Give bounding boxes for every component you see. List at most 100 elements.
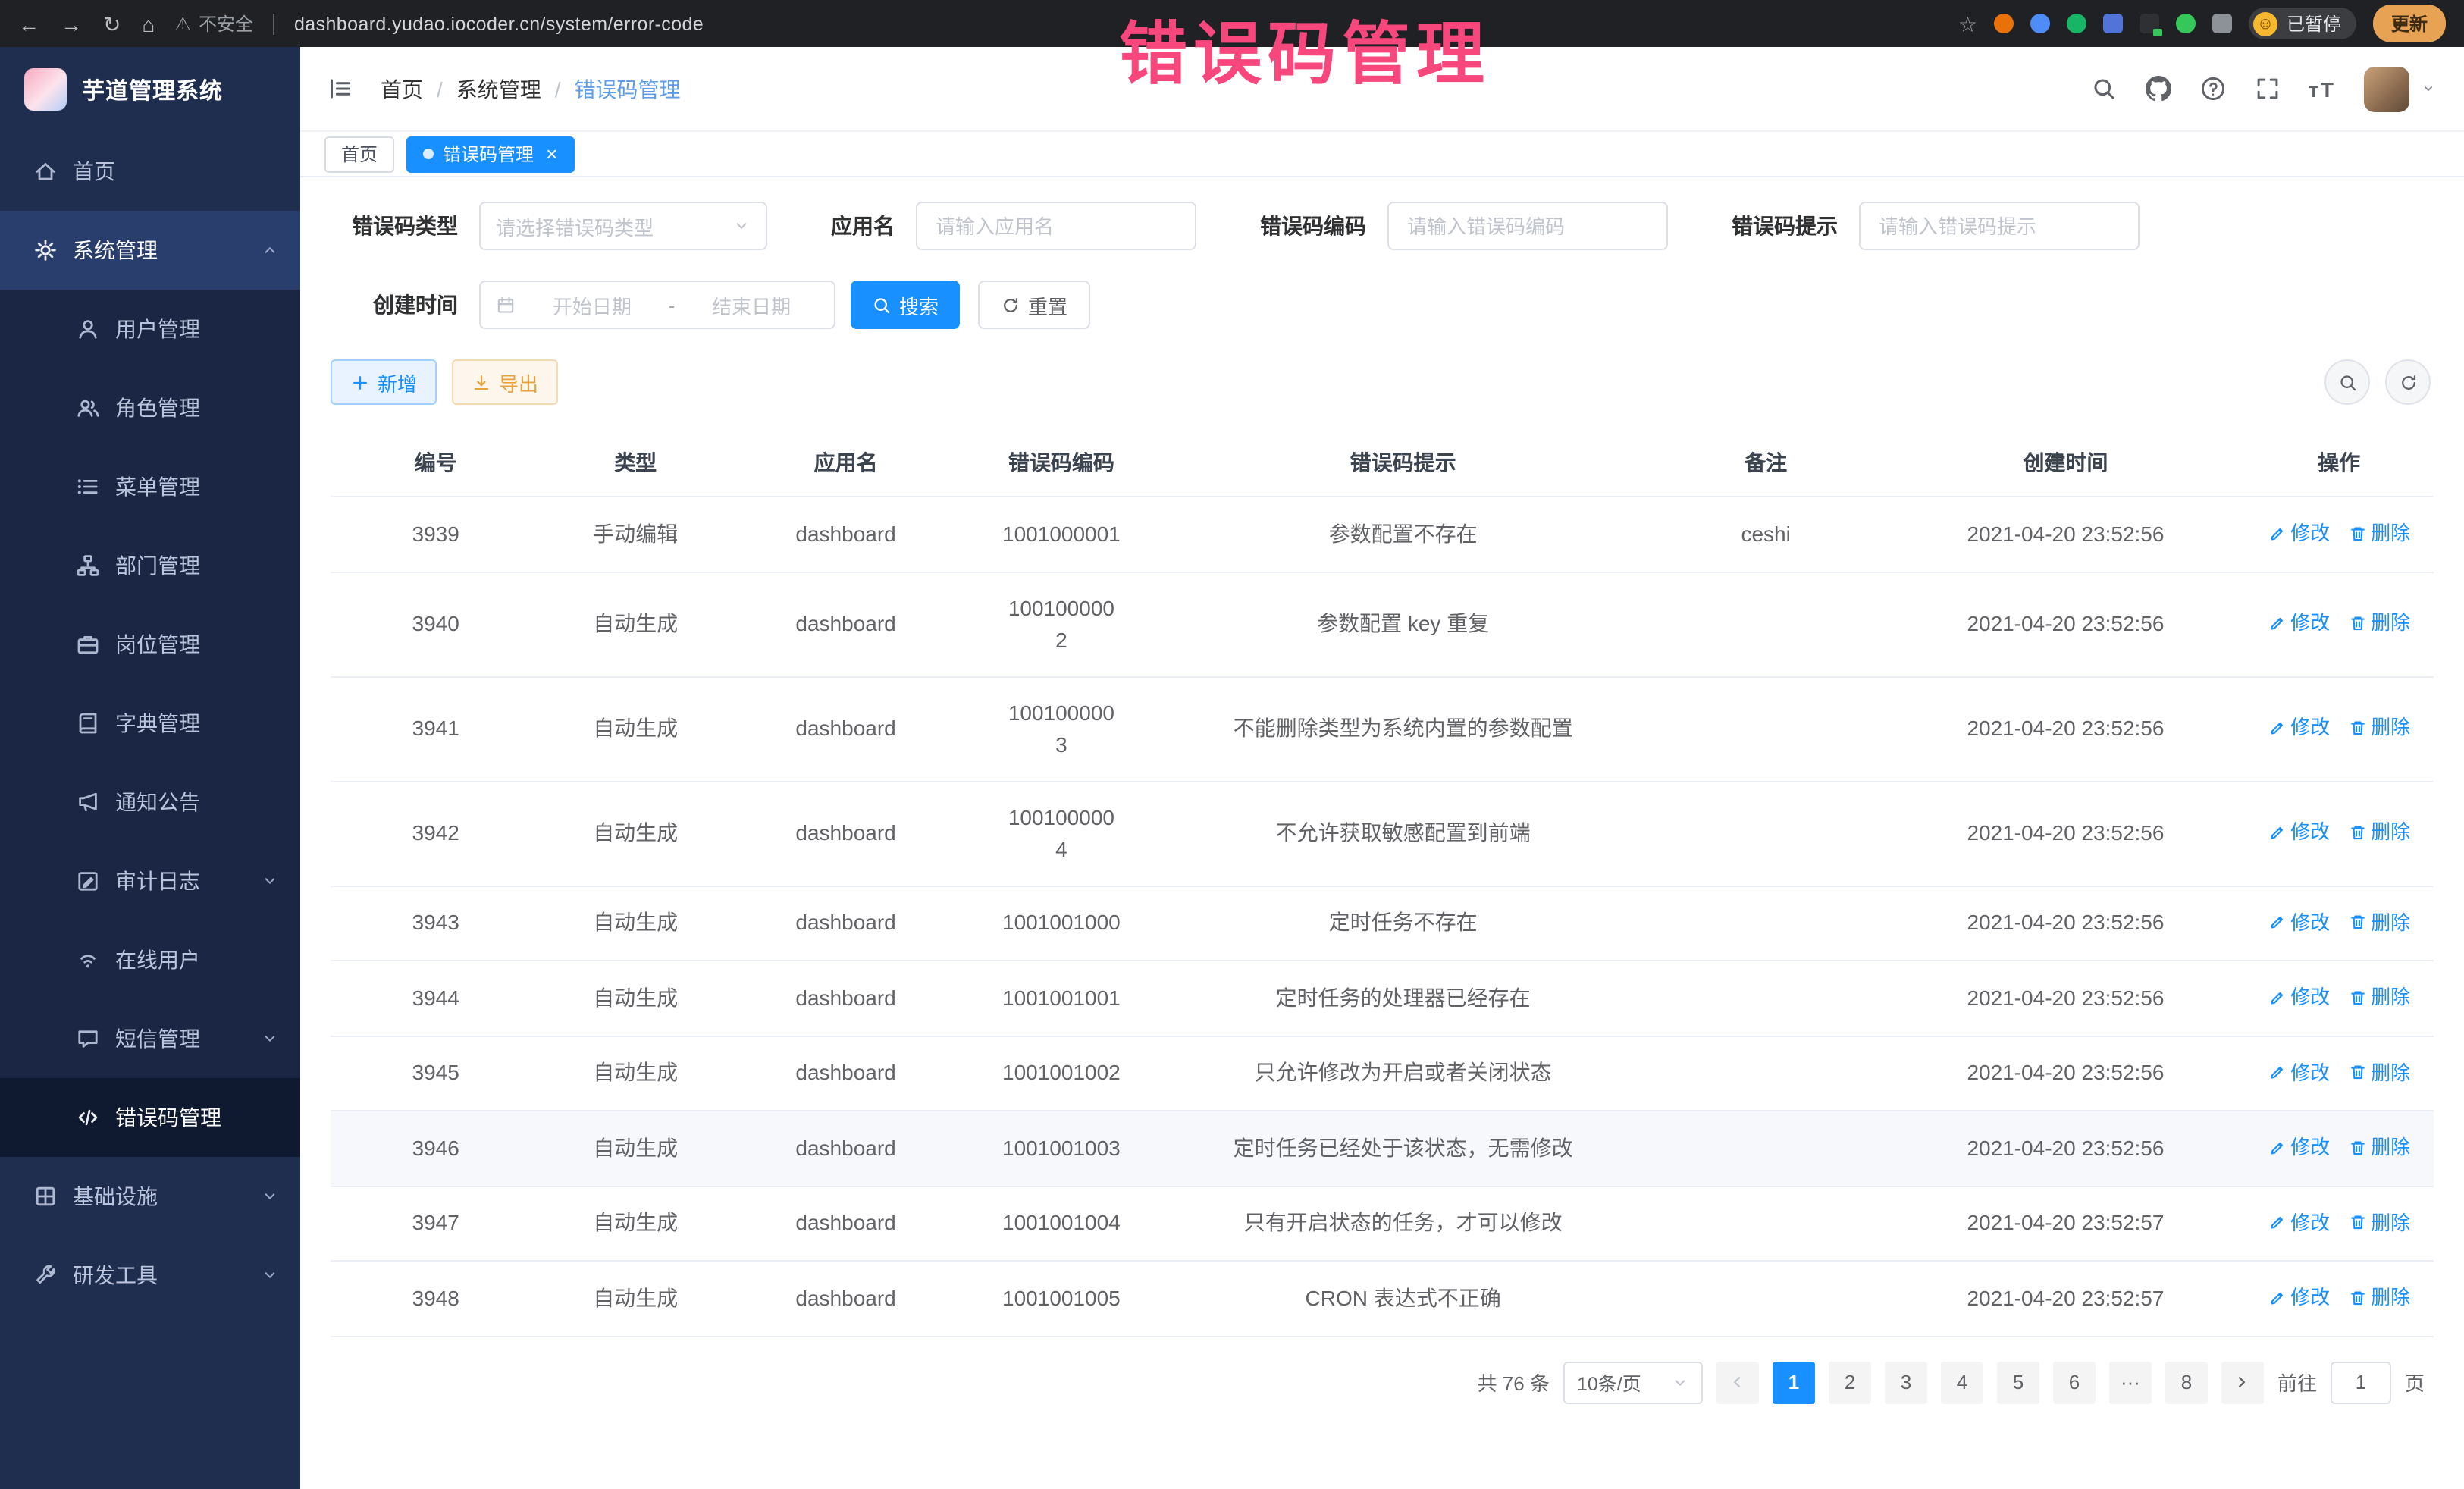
github-icon[interactable] <box>2145 76 2171 102</box>
breadcrumb-item[interactable]: 首页 <box>381 74 423 104</box>
cell-type: 自动生成 <box>541 886 730 961</box>
page-button-3[interactable]: 3 <box>1885 1361 1927 1403</box>
prev-page-button[interactable] <box>1716 1361 1759 1403</box>
chevron-down-icon <box>261 1266 279 1284</box>
page-button-8[interactable]: 8 <box>2165 1361 2208 1403</box>
delete-link[interactable]: 删除 <box>2348 517 2410 549</box>
sidebar-item-wrench[interactable]: 研发工具 <box>0 1236 300 1315</box>
sidebar-item-megaphone[interactable]: 通知公告 <box>0 763 300 842</box>
sidebar-item-sms[interactable]: 短信管理 <box>0 999 300 1078</box>
page-size-select[interactable]: 10条/页 <box>1563 1361 1703 1403</box>
edit-icon <box>2268 823 2286 842</box>
delete-link[interactable]: 删除 <box>2348 712 2410 744</box>
page-button-2[interactable]: 2 <box>1829 1361 1871 1403</box>
delete-link[interactable]: 删除 <box>2348 981 2410 1013</box>
sidebar-item-briefcase[interactable]: 岗位管理 <box>0 605 300 684</box>
filter-label-hint: 错误码提示 <box>1732 211 1838 241</box>
table-row: 3943自动生成dashboard1001001000定时任务不存在2021-0… <box>331 886 2434 961</box>
goto-page-input[interactable] <box>2331 1361 2391 1403</box>
extension-leaf-icon[interactable] <box>2176 14 2196 33</box>
refresh-table-button[interactable] <box>2385 359 2431 405</box>
font-size-icon[interactable]: тT <box>2309 77 2335 101</box>
sidebar-item-online[interactable]: 在线用户 <box>0 920 300 999</box>
divider <box>273 13 274 34</box>
search-icon <box>2337 372 2357 392</box>
sidebar-item-user[interactable]: 用户管理 <box>0 290 300 368</box>
tab-error-code[interactable]: 错误码管理× <box>406 136 574 172</box>
sidebar-item-users[interactable]: 角色管理 <box>0 368 300 447</box>
page-button-6[interactable]: 6 <box>2053 1361 2096 1403</box>
extension-puzzle-icon[interactable] <box>2212 14 2232 33</box>
error-hint-input[interactable] <box>1859 202 2140 250</box>
edit-link[interactable]: 修改 <box>2268 817 2330 848</box>
search-button[interactable]: 搜索 <box>851 281 960 329</box>
sidebar-item-book[interactable]: 字典管理 <box>0 684 300 763</box>
edit-link[interactable]: 修改 <box>2268 1131 2330 1163</box>
delete-link[interactable]: 删除 <box>2348 607 2410 639</box>
sidebar-item-code[interactable]: 错误码管理 <box>0 1078 300 1157</box>
breadcrumb-item[interactable]: 系统管理 <box>456 74 541 104</box>
edit-link[interactable]: 修改 <box>2268 981 2330 1013</box>
extension-blue-icon[interactable] <box>2030 14 2050 33</box>
cell-code: 1001000001 <box>961 497 1161 572</box>
fullscreen-icon[interactable] <box>2254 76 2280 102</box>
address-url[interactable]: dashboard.yudao.iocoder.cn/system/error-… <box>294 13 704 34</box>
next-page-button[interactable] <box>2221 1361 2264 1403</box>
browser-update-button[interactable]: 更新 <box>2373 5 2446 42</box>
security-indicator[interactable]: ⚠ 不安全 <box>174 11 253 36</box>
back-icon[interactable]: ← <box>18 13 39 34</box>
delete-link-label: 删除 <box>2371 517 2410 549</box>
app-name-input[interactable] <box>916 202 1196 250</box>
export-button[interactable]: 导出 <box>452 359 558 405</box>
download-icon <box>472 372 491 392</box>
page-button-1[interactable]: 1 <box>1773 1361 1815 1403</box>
extension-orange-icon[interactable] <box>1994 14 2014 33</box>
delete-link[interactable]: 删除 <box>2348 817 2410 848</box>
profile-chip[interactable]: ☺ 已暂停 <box>2249 8 2356 39</box>
sidebar-item-home[interactable]: 首页 <box>0 132 300 211</box>
forward-icon[interactable]: → <box>61 13 82 34</box>
extension-dark-on-icon[interactable] <box>2140 14 2159 33</box>
bookmark-star-icon[interactable]: ☆ <box>1958 13 1977 34</box>
user-avatar[interactable] <box>2364 66 2409 111</box>
error-code-input[interactable] <box>1387 202 1668 250</box>
reset-button[interactable]: 重置 <box>978 281 1090 329</box>
edit-link[interactable]: 修改 <box>2268 906 2330 938</box>
add-button[interactable]: 新增 <box>331 359 437 405</box>
delete-link[interactable]: 删除 <box>2348 1056 2410 1088</box>
delete-link[interactable]: 删除 <box>2348 1281 2410 1313</box>
caret-down-icon[interactable] <box>2420 80 2437 97</box>
column-header: 创建时间 <box>1887 429 2245 497</box>
edit-link[interactable]: 修改 <box>2268 1056 2330 1088</box>
tab-home[interactable]: 首页 <box>324 136 394 172</box>
home-icon[interactable]: ⌂ <box>142 13 155 34</box>
edit-link[interactable]: 修改 <box>2268 607 2330 639</box>
sidebar-item-menu[interactable]: 菜单管理 <box>0 447 300 526</box>
date-range-picker[interactable]: 开始日期 - 结束日期 <box>479 281 835 329</box>
sidebar-item-tree[interactable]: 部门管理 <box>0 526 300 605</box>
edit-link[interactable]: 修改 <box>2268 712 2330 744</box>
sidebar-item-gear[interactable]: 系统管理 <box>0 211 300 290</box>
sidebar-item-log[interactable]: 审计日志 <box>0 842 300 920</box>
edit-link[interactable]: 修改 <box>2268 517 2330 549</box>
question-icon[interactable] <box>2199 76 2225 102</box>
delete-link[interactable]: 删除 <box>2348 906 2410 938</box>
edit-link[interactable]: 修改 <box>2268 1281 2330 1313</box>
error-type-select[interactable]: 请选择错误码类型 <box>479 202 767 250</box>
page-button-5[interactable]: 5 <box>1997 1361 2039 1403</box>
page-unit-label: 页 <box>2405 1368 2425 1397</box>
toggle-search-button[interactable] <box>2324 359 2370 405</box>
page-more-button[interactable]: ··· <box>2109 1361 2152 1403</box>
delete-link[interactable]: 删除 <box>2348 1131 2410 1163</box>
extension-green-check-icon[interactable] <box>2067 14 2086 33</box>
extension-stats-icon[interactable] <box>2103 14 2123 33</box>
edit-link[interactable]: 修改 <box>2268 1206 2330 1238</box>
close-tab-icon[interactable]: × <box>546 144 557 164</box>
sidebar-toggle[interactable] <box>328 76 353 102</box>
delete-link[interactable]: 删除 <box>2348 1206 2410 1238</box>
search-icon[interactable] <box>2090 76 2116 102</box>
page-button-4[interactable]: 4 <box>1941 1361 1983 1403</box>
app-logo[interactable]: 芋道管理系统 <box>0 47 300 132</box>
reload-icon[interactable]: ↻ <box>103 13 121 34</box>
sidebar-item-grid[interactable]: 基础设施 <box>0 1157 300 1236</box>
